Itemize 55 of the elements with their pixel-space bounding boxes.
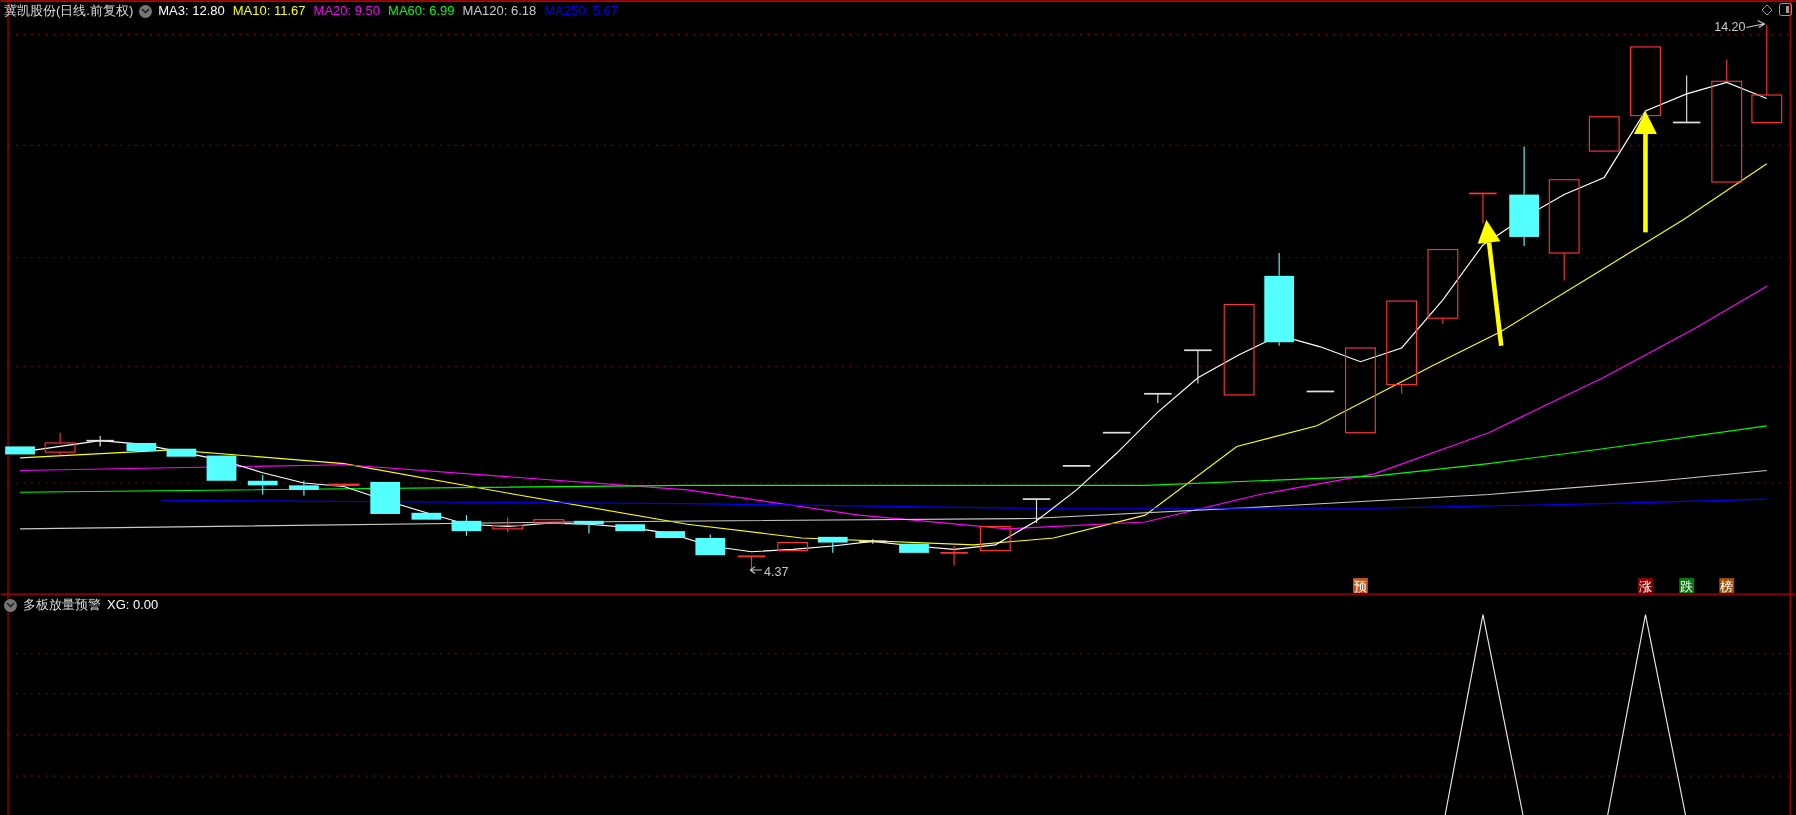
candlestick bbox=[370, 481, 401, 514]
indicator-value: MA250: 5.67 bbox=[544, 2, 618, 20]
candlestick bbox=[1468, 192, 1498, 224]
candlestick bbox=[899, 543, 929, 553]
signal-badge: 涨 bbox=[1638, 578, 1653, 594]
candlestick bbox=[1588, 116, 1620, 152]
candlestick bbox=[126, 443, 157, 451]
candlestick bbox=[1305, 390, 1335, 393]
candlestick bbox=[166, 448, 197, 457]
candlestick bbox=[1102, 431, 1132, 434]
candlestick bbox=[1183, 349, 1213, 385]
candlestick bbox=[777, 542, 809, 552]
candlestick bbox=[655, 531, 686, 538]
panel-toggle-icon[interactable] bbox=[1779, 3, 1792, 16]
candlestick bbox=[411, 512, 442, 520]
high-price-label: 14.20 bbox=[1714, 19, 1746, 34]
candlestick bbox=[858, 538, 888, 545]
candlestick bbox=[1672, 75, 1702, 124]
candlestick bbox=[817, 536, 848, 554]
indicator-value: MA3: 12.80 bbox=[158, 2, 225, 20]
indicator-value: MA120: 6.18 bbox=[462, 2, 537, 20]
collapse-icon[interactable] bbox=[4, 598, 17, 612]
candlestick bbox=[85, 435, 115, 447]
candlestick bbox=[695, 534, 726, 556]
indicator-value: MA10: 11.67 bbox=[232, 2, 306, 20]
candlestick bbox=[1630, 46, 1661, 117]
diamond-icon[interactable] bbox=[1761, 4, 1773, 16]
signal-badge: 榜 bbox=[1719, 578, 1735, 594]
indicator-value: MA20: 9.50 bbox=[313, 2, 381, 20]
candlestick bbox=[1021, 498, 1052, 524]
candlestick bbox=[574, 520, 604, 534]
collapse-icon[interactable] bbox=[139, 4, 153, 18]
indicator-value: XG: 0.00 bbox=[107, 596, 159, 614]
indicator-value: MA60: 6.99 bbox=[388, 2, 455, 20]
candlestick bbox=[328, 483, 360, 486]
candlestick bbox=[206, 455, 237, 481]
candlestick bbox=[492, 516, 524, 533]
arrow-icon bbox=[749, 566, 763, 575]
indicator-title: 多板放量预警 bbox=[23, 596, 101, 614]
candlestick bbox=[979, 525, 1011, 552]
candlestick bbox=[247, 474, 278, 496]
candlestick bbox=[5, 446, 35, 455]
stock-title: 冀凯股份(日线.前复权) bbox=[4, 2, 134, 20]
candlestick bbox=[44, 432, 76, 457]
signal-badge: 预 bbox=[1353, 578, 1368, 594]
candlestick bbox=[1061, 465, 1092, 467]
candlestick bbox=[451, 514, 482, 537]
low-price-label: 4.37 bbox=[764, 564, 789, 579]
candlestick bbox=[533, 519, 565, 524]
arrow-icon bbox=[1745, 20, 1766, 29]
candlestick bbox=[289, 480, 319, 497]
candlestick bbox=[1143, 392, 1173, 404]
signal-badge: 跌 bbox=[1679, 578, 1695, 594]
candlestick bbox=[615, 524, 646, 532]
candlestick bbox=[939, 545, 969, 567]
